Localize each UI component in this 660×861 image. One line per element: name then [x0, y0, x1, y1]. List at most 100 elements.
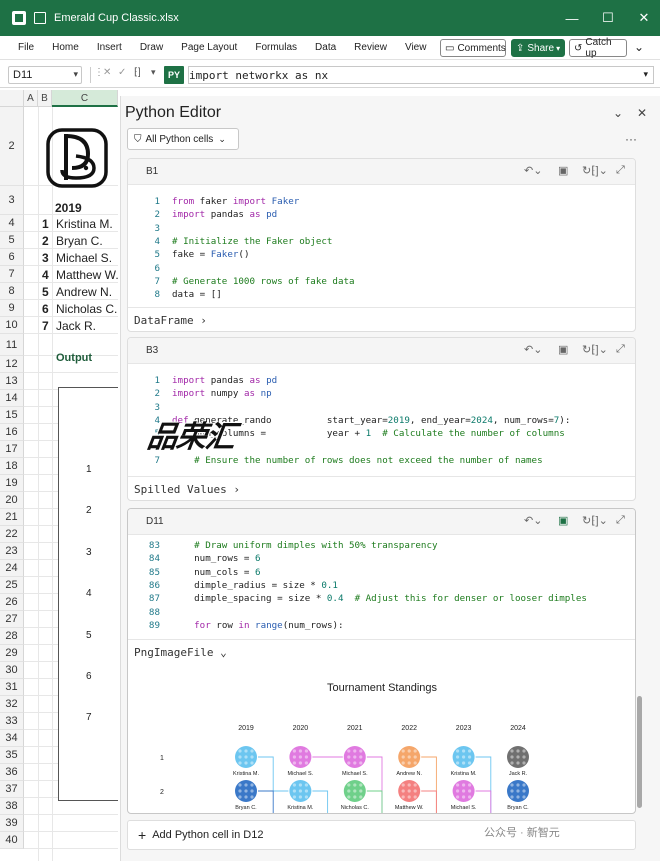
cell-output-type[interactable]: Spilled Values › — [128, 476, 635, 500]
tab-data[interactable]: Data — [306, 42, 345, 53]
column-header-a[interactable]: A — [24, 90, 38, 107]
cell-output-type[interactable]: PngImageFile ⌄ — [128, 639, 635, 663]
row-header[interactable]: 6 — [0, 249, 24, 266]
row-header[interactable]: 3 — [0, 186, 24, 215]
python-output-icon[interactable]: ⁅] — [134, 67, 141, 78]
tab-review[interactable]: Review — [345, 42, 396, 53]
code-line[interactable]: import pandas as pd — [172, 374, 277, 387]
player-name-cell[interactable]: Jack R. — [56, 319, 118, 333]
row-header[interactable]: 28 — [0, 628, 24, 645]
tab-page-layout[interactable]: Page Layout — [172, 42, 246, 53]
row-header[interactable]: 10 — [0, 317, 24, 334]
row-header[interactable]: 14 — [0, 390, 24, 407]
row-header[interactable]: 13 — [0, 373, 24, 390]
code-line[interactable]: num_cols = 6 — [172, 566, 260, 579]
code-line[interactable]: # Generate 1000 rows of fake data — [172, 275, 355, 288]
row-header[interactable]: 34 — [0, 730, 24, 747]
python-output-icon[interactable]: ↻⁅]⌄ — [582, 343, 608, 356]
rank-cell[interactable]: 3 — [42, 251, 49, 265]
row-header[interactable]: 29 — [0, 645, 24, 662]
player-name-cell[interactable]: Nicholas C. — [56, 302, 118, 316]
row-header[interactable]: 18 — [0, 458, 24, 475]
column-header-b[interactable]: B — [38, 90, 52, 107]
code-line[interactable]: from faker import Faker — [172, 195, 299, 208]
code-line[interactable]: num_rows = 6 — [172, 552, 260, 565]
year-header[interactable]: 2019 — [55, 201, 82, 215]
row-header[interactable]: 26 — [0, 594, 24, 611]
save-icon[interactable]: ▣ — [558, 343, 568, 356]
row-header[interactable]: 40 — [0, 832, 24, 849]
player-name-cell[interactable]: Matthew W. — [56, 268, 118, 282]
code-line[interactable]: data = [] — [172, 288, 222, 301]
minimize-icon[interactable]: — — [552, 0, 592, 36]
row-header[interactable]: 38 — [0, 798, 24, 815]
row-header[interactable]: 31 — [0, 679, 24, 696]
python-cell-card[interactable]: B1 ↶⌄ ▣ ↻⁅]⌄ ⤢ 1 from faker import Faker 2… — [127, 158, 636, 332]
tab-draw[interactable]: Draw — [131, 42, 172, 53]
rank-cell[interactable]: 7 — [42, 319, 49, 333]
python-cells-filter[interactable]: ⛉ All Python cells ⌄ — [127, 128, 239, 150]
code-line[interactable]: dimple_radius = size * 0.1 — [172, 579, 338, 592]
row-header[interactable]: 37 — [0, 781, 24, 798]
cell-output-type[interactable]: DataFrame › — [128, 307, 635, 331]
enter-icon[interactable]: ✓ — [118, 67, 126, 78]
comments-button[interactable]: ▭ Comments — [440, 39, 506, 57]
row-header[interactable]: 39 — [0, 815, 24, 832]
rank-cell[interactable]: 5 — [42, 285, 49, 299]
name-box[interactable]: D11 ▾ — [8, 66, 82, 84]
worksheet-grid[interactable]: A B C 2 3 4 5 6 7 8 9 10 11 12 13 14 15 16 17 18 19 20 21 22… — [0, 90, 118, 861]
close-icon[interactable]: ✕ — [624, 0, 660, 36]
row-header[interactable]: 15 — [0, 407, 24, 424]
row-header[interactable]: 17 — [0, 441, 24, 458]
row-header[interactable]: 24 — [0, 560, 24, 577]
python-cell-card[interactable]: D11 ↶⌄ ▣ ↻⁅]⌄ ⤢ 83 # Draw uniform dimple… — [127, 508, 636, 814]
share-button[interactable]: ⇪ Share ▾ — [511, 39, 565, 57]
code-line[interactable]: # Draw uniform dimples with 50% transpar… — [172, 539, 437, 552]
output-label[interactable]: Output — [56, 352, 92, 364]
close-editor-icon[interactable]: ✕ — [637, 106, 647, 120]
rank-cell[interactable]: 2 — [42, 234, 49, 248]
maximize-icon[interactable]: ☐ — [588, 0, 628, 36]
row-header[interactable]: 21 — [0, 509, 24, 526]
save-icon[interactable]: ▣ — [558, 514, 568, 527]
save-icon[interactable] — [34, 12, 46, 24]
code-line[interactable]: import numpy as np — [172, 387, 272, 400]
row-header[interactable]: 8 — [0, 283, 24, 300]
python-output-icon[interactable]: ↻⁅]⌄ — [582, 514, 608, 527]
player-name-cell[interactable]: Kristina M. — [56, 217, 118, 231]
row-header[interactable]: 23 — [0, 543, 24, 560]
undo-icon[interactable]: ↶⌄ — [524, 343, 542, 356]
code-line[interactable]: # Initialize the Faker object — [172, 235, 332, 248]
row-header[interactable]: 9 — [0, 300, 24, 317]
expand-icon[interactable]: ⤢ — [616, 514, 625, 527]
row-header[interactable]: 5 — [0, 232, 24, 249]
python-output-dropdown-icon[interactable]: ▾ — [151, 67, 156, 78]
expand-icon[interactable]: ⤢ — [616, 343, 625, 356]
more-options-icon[interactable]: ··· — [625, 132, 637, 146]
ribbon-collapse-icon[interactable]: ⌄ — [634, 40, 644, 54]
expand-icon[interactable]: ⤢ — [616, 164, 625, 177]
undo-icon[interactable]: ↶⌄ — [524, 164, 542, 177]
expand-formula-icon[interactable]: ▾ — [643, 69, 648, 80]
code-line[interactable]: for row in range(num_rows): — [172, 619, 343, 632]
undo-icon[interactable]: ↶⌄ — [524, 514, 542, 527]
player-name-cell[interactable]: Andrew N. — [56, 285, 118, 299]
row-header[interactable]: 20 — [0, 492, 24, 509]
rank-cell[interactable]: 4 — [42, 268, 49, 282]
code-line[interactable]: fake = Faker() — [172, 248, 249, 261]
player-name-cell[interactable]: Bryan C. — [56, 234, 118, 248]
tab-insert[interactable]: Insert — [88, 42, 131, 53]
python-output-icon[interactable]: ↻⁅]⌄ — [582, 164, 608, 177]
player-name-cell[interactable]: Michael S. — [56, 251, 118, 265]
row-header[interactable]: 4 — [0, 215, 24, 232]
row-header[interactable]: 22 — [0, 526, 24, 543]
row-header[interactable]: 11 — [0, 334, 24, 356]
row-header[interactable]: 32 — [0, 696, 24, 713]
tab-home[interactable]: Home — [43, 42, 88, 53]
row-header[interactable]: 36 — [0, 764, 24, 781]
row-header[interactable]: 30 — [0, 662, 24, 679]
column-header-c[interactable]: C — [52, 90, 118, 107]
tab-view[interactable]: View — [396, 42, 436, 53]
row-header[interactable]: 16 — [0, 424, 24, 441]
row-header[interactable]: 25 — [0, 577, 24, 594]
